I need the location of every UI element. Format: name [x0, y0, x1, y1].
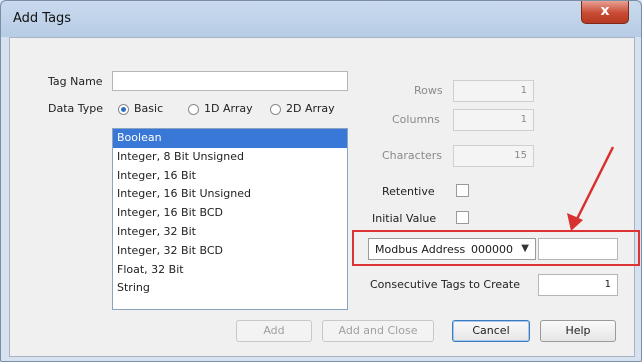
data-type-label: Data Type: [48, 102, 104, 115]
rows-input[interactable]: 1: [453, 80, 534, 102]
data-type-list[interactable]: Boolean Integer, 8 Bit Unsigned Integer,…: [112, 128, 348, 310]
list-item[interactable]: Integer, 8 Bit Unsigned: [113, 148, 347, 167]
modbus-prefix: 000000: [471, 243, 513, 256]
list-item[interactable]: Integer, 16 Bit BCD: [113, 204, 347, 223]
radio-1d-array-label: 1D Array: [204, 102, 253, 115]
modbus-address-label: Modbus Address: [375, 243, 466, 256]
chevron-down-icon: ▼: [521, 243, 529, 254]
add-button[interactable]: Add: [236, 320, 312, 342]
cancel-button[interactable]: Cancel: [452, 320, 530, 342]
list-item[interactable]: Integer, 16 Bit Unsigned: [113, 185, 347, 204]
title-bar[interactable]: Add Tags x: [1, 1, 641, 37]
modbus-address-dropdown[interactable]: Modbus Address 000000 ▼: [368, 238, 536, 260]
list-item[interactable]: Integer, 32 Bit BCD: [113, 242, 347, 261]
list-item[interactable]: Integer, 16 Bit: [113, 167, 347, 186]
help-button[interactable]: Help: [540, 320, 616, 342]
initial-value-checkbox[interactable]: [456, 211, 469, 224]
add-and-close-button[interactable]: Add and Close: [322, 320, 434, 342]
tag-name-input[interactable]: [112, 71, 348, 91]
list-item[interactable]: String: [113, 279, 347, 298]
list-item[interactable]: Float, 32 Bit: [113, 261, 347, 280]
radio-2d-array-label: 2D Array: [286, 102, 335, 115]
rows-label: Rows: [414, 84, 443, 97]
close-icon: x: [600, 3, 610, 19]
add-tags-dialog: Add Tags x Tag Name Data Type Basic 1D A…: [0, 0, 642, 362]
tag-name-label: Tag Name: [48, 75, 103, 88]
retentive-label: Retentive: [382, 185, 435, 198]
radio-basic-label: Basic: [134, 102, 164, 115]
dialog-body: Tag Name Data Type Basic 1D Array 2D Arr…: [9, 37, 640, 357]
radio-2d-array[interactable]: [270, 104, 281, 115]
characters-label: Characters: [382, 149, 443, 162]
list-item[interactable]: Boolean: [113, 129, 347, 148]
retentive-checkbox[interactable]: [456, 184, 469, 197]
columns-input[interactable]: 1: [453, 109, 534, 131]
columns-label: Columns: [392, 113, 440, 126]
consecutive-tags-label: Consecutive Tags to Create: [370, 278, 520, 291]
dialog-title: Add Tags: [13, 11, 72, 26]
characters-input[interactable]: 15: [453, 145, 534, 167]
close-button[interactable]: x: [581, 1, 629, 24]
radio-1d-array[interactable]: [188, 104, 199, 115]
radio-basic[interactable]: [118, 104, 129, 115]
initial-value-label: Initial Value: [372, 212, 437, 225]
list-item[interactable]: Integer, 32 Bit: [113, 223, 347, 242]
consecutive-tags-input[interactable]: 1: [538, 274, 618, 296]
modbus-address-input[interactable]: [538, 238, 618, 260]
